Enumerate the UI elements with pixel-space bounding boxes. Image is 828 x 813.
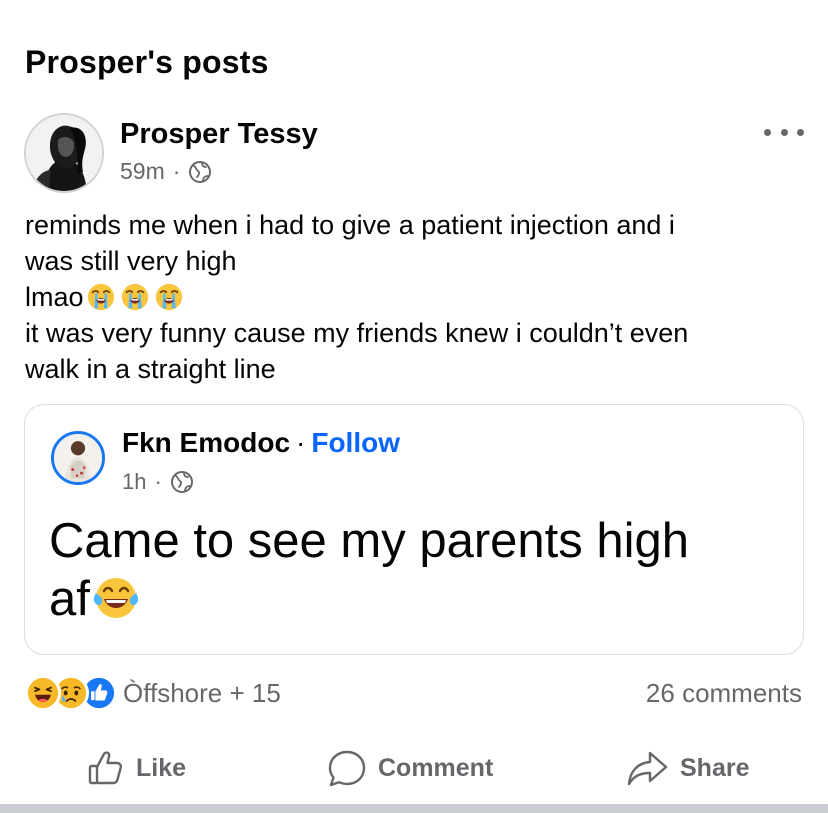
- like-label: Like: [136, 753, 187, 782]
- post-text-line: was still very high: [25, 246, 237, 276]
- shared-author-avatar[interactable]: [51, 431, 105, 485]
- shared-meta: 1h ·: [122, 469, 194, 495]
- post-text-line-emoji: lmao: [25, 279, 805, 315]
- globe-icon: [170, 471, 193, 493]
- post-text-line: lmao: [25, 282, 84, 312]
- comments-count[interactable]: 26 comments: [646, 678, 802, 709]
- reaction-names[interactable]: Òffshore + 15: [123, 678, 281, 709]
- comment-label: Comment: [378, 753, 494, 782]
- post-text: reminds me when i had to give a patient …: [25, 207, 805, 387]
- shared-text-line-emoji: af: [49, 570, 789, 628]
- author-name[interactable]: Prosper Tessy: [120, 118, 318, 151]
- reactions-summary[interactable]: Òffshore + 15: [25, 675, 281, 711]
- post-time[interactable]: 59m: [120, 158, 165, 185]
- shared-text-line: af: [49, 572, 90, 626]
- comment-button[interactable]: Comment: [326, 740, 493, 796]
- post-page: Prosper's posts Prosper Tessy 59m · remi…: [0, 0, 828, 813]
- author-avatar[interactable]: [24, 113, 104, 193]
- more-dot: [764, 128, 771, 136]
- loudly-crying-face-icon: [86, 282, 116, 312]
- loudly-crying-face-icon: [120, 282, 150, 312]
- page-title: Prosper's posts: [25, 44, 269, 80]
- haha-icon: [25, 675, 61, 711]
- feed-divider: [0, 804, 828, 813]
- globe-icon: [189, 160, 212, 183]
- share-label: Share: [680, 753, 750, 782]
- shared-post-card[interactable]: Fkn Emodoc · Follow 1h · Came to see my …: [24, 404, 804, 655]
- shared-time[interactable]: 1h: [122, 469, 146, 495]
- loudly-crying-face-icon: [154, 282, 184, 312]
- shared-text-line: Came to see my parents high: [49, 514, 690, 568]
- shared-author-row: Fkn Emodoc · Follow: [122, 427, 400, 459]
- more-dot: [797, 128, 804, 136]
- thumbs-up-icon: [88, 751, 122, 785]
- shared-post-text: Came to see my parents high af: [49, 512, 789, 628]
- post-meta: 59m ·: [120, 158, 212, 185]
- meta-separator: ·: [154, 469, 162, 494]
- post-text-line: reminds me when i had to give a patient …: [25, 210, 675, 240]
- follow-button[interactable]: Follow: [311, 427, 400, 459]
- action-bar: Like Comment Share: [0, 740, 828, 796]
- tears-of-joy-icon: [90, 571, 142, 623]
- share-button[interactable]: Share: [626, 740, 749, 796]
- share-arrow-icon: [627, 751, 668, 786]
- like-button[interactable]: Like: [86, 740, 186, 796]
- post-text-line: it was very funny cause my friends knew …: [25, 318, 689, 348]
- shared-author-name[interactable]: Fkn Emodoc: [122, 427, 290, 459]
- more-dot: [780, 128, 788, 136]
- shared-separator: ·: [296, 427, 306, 458]
- more-options-button[interactable]: [764, 120, 804, 144]
- comment-bubble-icon: [328, 750, 366, 787]
- meta-separator: ·: [172, 158, 181, 184]
- post-text-line: walk in a straight line: [25, 354, 276, 384]
